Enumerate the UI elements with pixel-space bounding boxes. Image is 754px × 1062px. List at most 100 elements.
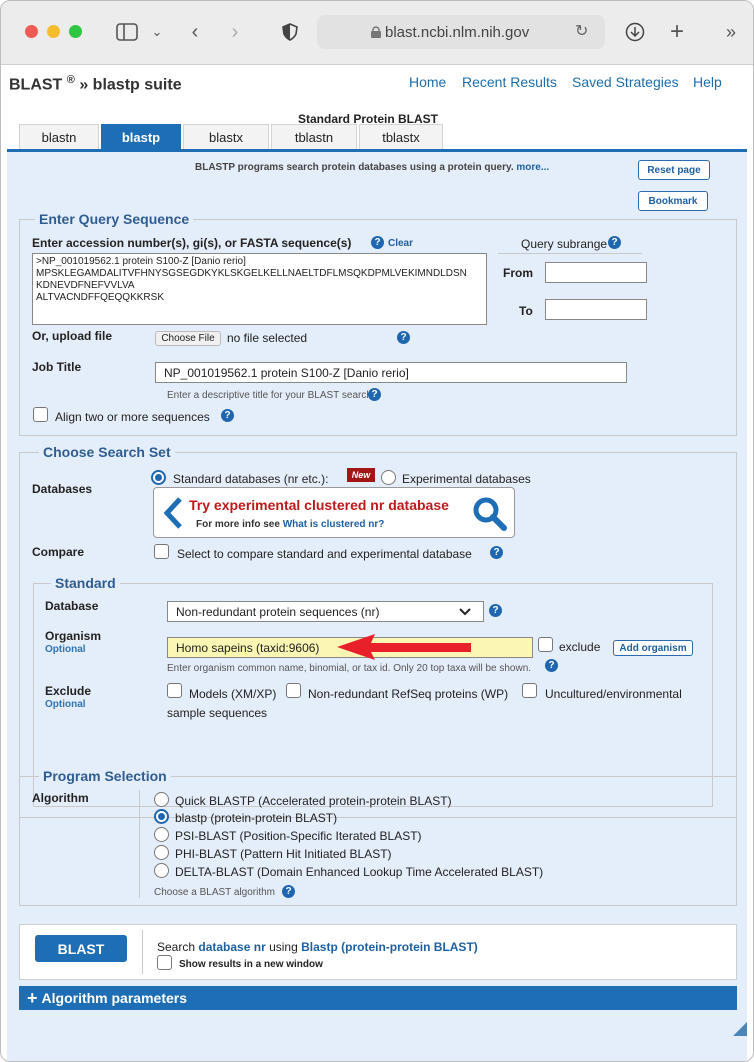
experimental-db-radio[interactable] <box>381 470 396 485</box>
compare-label: Compare <box>32 545 85 559</box>
organism-label: Organism <box>45 629 102 643</box>
tab-blastn[interactable]: blastn <box>19 124 99 149</box>
align-two-checkbox[interactable] <box>33 407 48 422</box>
job-title-input[interactable]: NP_001019562.1 protein S100-Z [Danio rer… <box>155 362 627 383</box>
forward-icon[interactable]: › <box>221 17 249 47</box>
shield-icon[interactable] <box>276 17 304 47</box>
quick-blastp-radio[interactable] <box>154 792 169 807</box>
delta-blast-radio[interactable] <box>154 863 169 878</box>
exclude-organism-checkbox[interactable] <box>538 637 553 652</box>
new-window-label: Show results in a new window <box>179 959 323 970</box>
algorithm-divider <box>139 790 140 898</box>
standard-legend: Standard <box>51 575 120 591</box>
more-tabs-icon[interactable]: » <box>717 17 745 47</box>
experimental-db-label: Experimental databases <box>402 472 531 486</box>
nav-saved-strategies[interactable]: Saved Strategies <box>572 74 679 90</box>
blast-submit-button[interactable]: BLAST <box>35 935 127 962</box>
summary-program: Blastp (protein-protein BLAST) <box>301 940 478 954</box>
blastp-label: blastp (protein-protein BLAST) <box>175 811 338 825</box>
standard-db-label: Standard databases (nr etc.): <box>173 472 329 486</box>
upload-help-icon[interactable]: ? <box>397 331 410 344</box>
intro-more-link[interactable]: more... <box>516 162 549 173</box>
query-sequence-input[interactable]: >NP_001019562.1 protein S100-Z [Danio re… <box>32 253 487 325</box>
back-icon[interactable]: ‹ <box>181 17 209 47</box>
new-window-checkbox[interactable] <box>157 955 172 970</box>
align-two-help-icon[interactable]: ? <box>221 409 234 422</box>
algorithm-help-icon[interactable]: ? <box>282 885 295 898</box>
query-subrange-label: Query subrange <box>521 237 608 251</box>
bookmark-button[interactable]: Bookmark <box>638 191 708 211</box>
nav-help[interactable]: Help <box>693 74 722 90</box>
close-window-button[interactable] <box>25 25 38 38</box>
to-label: To <box>519 304 533 318</box>
database-help-icon[interactable]: ? <box>489 604 502 617</box>
zoom-window-button[interactable] <box>69 25 82 38</box>
align-two-label: Align two or more sequences <box>55 410 210 424</box>
query-help-icon[interactable]: ? <box>371 236 384 249</box>
summary-search-word: Search <box>157 940 196 954</box>
to-input[interactable] <box>545 299 647 320</box>
search-summary: Search database nr using Blastp (protein… <box>157 940 478 954</box>
tab-tblastn[interactable]: tblastn <box>271 124 357 149</box>
url-text: blast.ncbi.nlm.nih.gov <box>385 24 530 41</box>
sidebar-icon[interactable] <box>113 17 141 47</box>
new-tab-icon[interactable]: + <box>663 17 691 47</box>
clear-link[interactable]: Clear <box>388 238 413 249</box>
algorithm-parameters-label: Algorithm parameters <box>41 990 187 1006</box>
choose-file-button[interactable]: Choose File <box>155 331 221 346</box>
subrange-help-icon[interactable]: ? <box>608 236 621 249</box>
blast-page: BLAST ® » blastp suite Home Recent Resul… <box>1 66 753 1061</box>
blastp-radio[interactable] <box>154 809 169 824</box>
phi-blast-label: PHI-BLAST (Pattern Hit Initiated BLAST) <box>175 847 392 861</box>
add-organism-button[interactable]: Add organism <box>613 640 693 656</box>
database-select[interactable]: Non-redundant protein sequences (nr) <box>167 601 484 622</box>
nav-recent-results[interactable]: Recent Results <box>462 74 557 90</box>
promo-link[interactable]: What is clustered nr? <box>283 519 385 530</box>
algorithm-parameters-bar[interactable]: + Algorithm parameters <box>19 986 737 1010</box>
program-legend: Program Selection <box>39 768 171 784</box>
download-icon[interactable] <box>621 17 649 47</box>
reset-page-button[interactable]: Reset page <box>638 160 710 180</box>
tab-tblastx[interactable]: tblastx <box>359 124 443 149</box>
nav-home[interactable]: Home <box>409 74 446 90</box>
intro-text: BLASTP programs search protein databases… <box>195 162 549 173</box>
organism-hint: Enter organism common name, binomial, or… <box>167 663 532 674</box>
query-legend: Enter Query Sequence <box>35 211 194 227</box>
address-bar[interactable]: blast.ncbi.nlm.nih.gov ↻ <box>317 15 605 49</box>
phi-blast-radio[interactable] <box>154 845 169 860</box>
organism-help-icon[interactable]: ? <box>545 659 558 672</box>
exclude-nr-refseq-checkbox[interactable] <box>286 683 301 698</box>
database-label: Database <box>45 599 99 613</box>
exclude-models-checkbox[interactable] <box>167 683 182 698</box>
browser-toolbar: ⌄ ‹ › blast.ncbi.nlm.nih.gov ↻ + » <box>1 1 753 65</box>
exclude-uncultured-label: Uncultured/environmental <box>545 687 682 701</box>
job-title-help-icon[interactable]: ? <box>368 388 381 401</box>
tab-blastx[interactable]: blastx <box>183 124 269 149</box>
brand[interactable]: BLAST ® » blastp suite <box>9 74 182 94</box>
promo-sub-text: For more info see <box>196 519 280 530</box>
standard-db-radio[interactable] <box>151 470 166 485</box>
lock-icon <box>371 26 381 38</box>
compare-help-icon[interactable]: ? <box>490 546 503 559</box>
job-title-label: Job Title <box>32 360 82 374</box>
algorithm-hint: Choose a BLAST algorithm <box>154 887 275 898</box>
tab-blastp[interactable]: blastp <box>101 124 181 149</box>
reload-icon[interactable]: ↻ <box>575 21 588 41</box>
database-select-value: Non-redundant protein sequences (nr) <box>176 605 380 619</box>
exclude-label: Exclude <box>45 684 92 698</box>
chevron-left-icon <box>163 497 182 529</box>
psi-blast-label: PSI-BLAST (Position-Specific Iterated BL… <box>175 829 422 843</box>
compare-checkbox[interactable] <box>154 544 169 559</box>
chevron-down-icon[interactable]: ⌄ <box>143 17 171 47</box>
minimize-window-button[interactable] <box>47 25 60 38</box>
psi-blast-radio[interactable] <box>154 827 169 842</box>
from-input[interactable] <box>545 262 647 283</box>
search-icon <box>473 497 507 531</box>
promo-sub: For more info see What is clustered nr? <box>196 519 384 530</box>
delta-blast-label: DELTA-BLAST (Domain Enhanced Lookup Time… <box>175 865 544 879</box>
upload-label: Or, upload file <box>32 329 113 343</box>
exclude-uncultured-checkbox[interactable] <box>522 683 537 698</box>
new-badge: New <box>347 468 375 482</box>
search-set-legend: Choose Search Set <box>39 444 175 460</box>
clustered-nr-promo[interactable]: Try experimental clustered nr database F… <box>153 487 515 538</box>
